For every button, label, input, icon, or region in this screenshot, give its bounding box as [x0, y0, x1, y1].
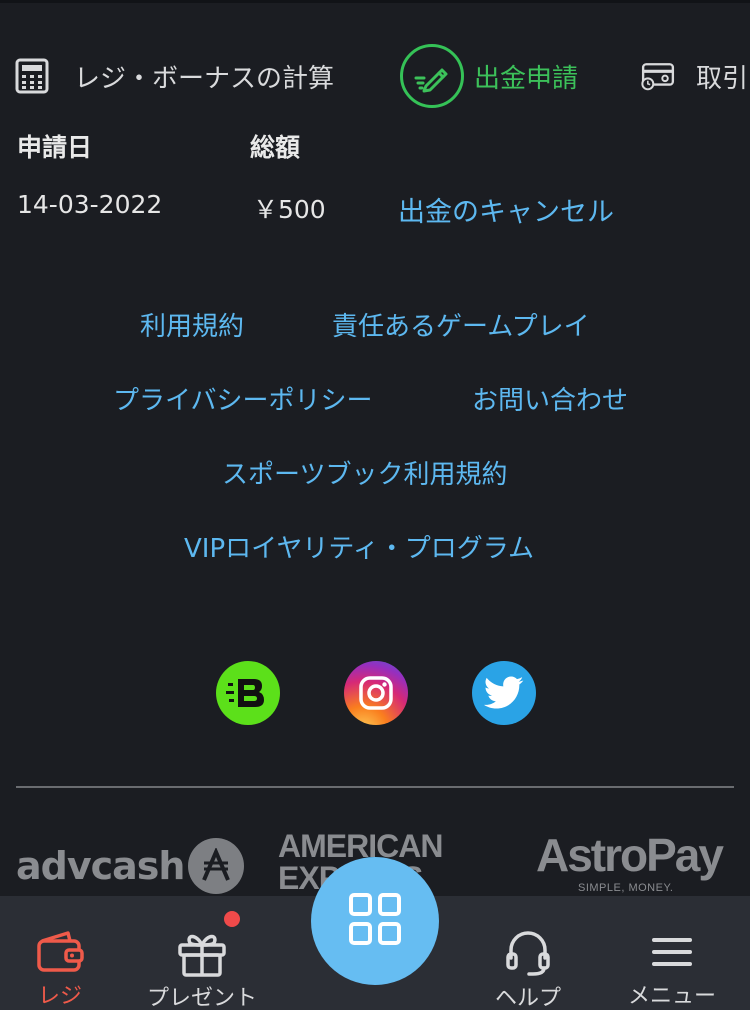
grid-icon — [348, 892, 402, 950]
twitter-icon[interactable] — [472, 661, 536, 725]
nav-help[interactable]: ヘルプ — [478, 896, 578, 1010]
tab-transactions[interactable]: 取引 — [640, 38, 748, 114]
row-amount: ￥500 — [253, 195, 326, 224]
nav-menu[interactable]: メニュー — [612, 896, 732, 1010]
astropay-logo: AstroPay — [536, 829, 724, 881]
wallet-icon — [36, 930, 84, 974]
top-divider — [0, 0, 750, 3]
games-grid-button[interactable] — [311, 857, 439, 985]
present-notification-badge — [224, 911, 240, 927]
header-request-date: 申請日 — [17, 133, 93, 162]
tab-withdraw-request[interactable]: 出金申請 — [400, 38, 578, 114]
advcash-logo-text: advcash — [16, 844, 185, 888]
gift-icon — [176, 930, 228, 977]
pencil-icon — [400, 44, 464, 108]
tab-bonus-calculator-label: レジ・ボーナスの計算 — [74, 63, 335, 94]
amex-line1: AMERICAN — [278, 828, 443, 864]
row-date: 14-03-2022 — [17, 190, 163, 219]
tab-transactions-label: 取引 — [696, 63, 749, 94]
astropay-tagline: SIMPLE, MONEY. — [578, 882, 674, 894]
vip-program-link[interactable]: VIPロイヤリティ・プログラム — [184, 528, 534, 565]
nav-help-label: ヘルプ — [494, 986, 561, 1010]
card-clock-icon — [640, 58, 676, 94]
instagram-icon[interactable] — [344, 661, 408, 725]
responsible-gaming-link[interactable]: 責任あるゲームプレイ — [332, 306, 590, 343]
terms-link[interactable]: 利用規約 — [140, 306, 244, 343]
nav-present[interactable]: プレゼント — [132, 896, 272, 1010]
nav-cashier[interactable]: レジ — [22, 896, 98, 1010]
cashier-tabs: レジ・ボーナスの計算 出金申請 取引 — [0, 38, 750, 114]
contact-link[interactable]: お問い合わせ — [472, 380, 628, 417]
tab-bonus-calculator[interactable]: レジ・ボーナスの計算 — [14, 38, 334, 114]
advcash-logo: advcash — [16, 838, 245, 894]
nav-menu-label: メニュー — [627, 984, 716, 1009]
tab-withdraw-request-label: 出金申請 — [474, 63, 579, 94]
nav-present-label: プレゼント — [146, 986, 257, 1010]
headset-icon — [503, 930, 553, 976]
footer-divider — [16, 786, 734, 788]
advcash-a-icon — [188, 838, 245, 894]
nav-cashier-label: レジ — [37, 984, 82, 1009]
b-logo-icon[interactable] — [216, 661, 280, 725]
sportsbook-terms-link[interactable]: スポーツブック利用規約 — [222, 454, 507, 491]
calculator-icon — [14, 58, 50, 94]
hamburger-menu-icon — [650, 930, 694, 974]
privacy-policy-link[interactable]: プライバシーポリシー — [113, 380, 372, 417]
cancel-withdrawal-link[interactable]: 出金のキャンセル — [398, 190, 614, 229]
header-amount: 総額 — [250, 133, 301, 162]
